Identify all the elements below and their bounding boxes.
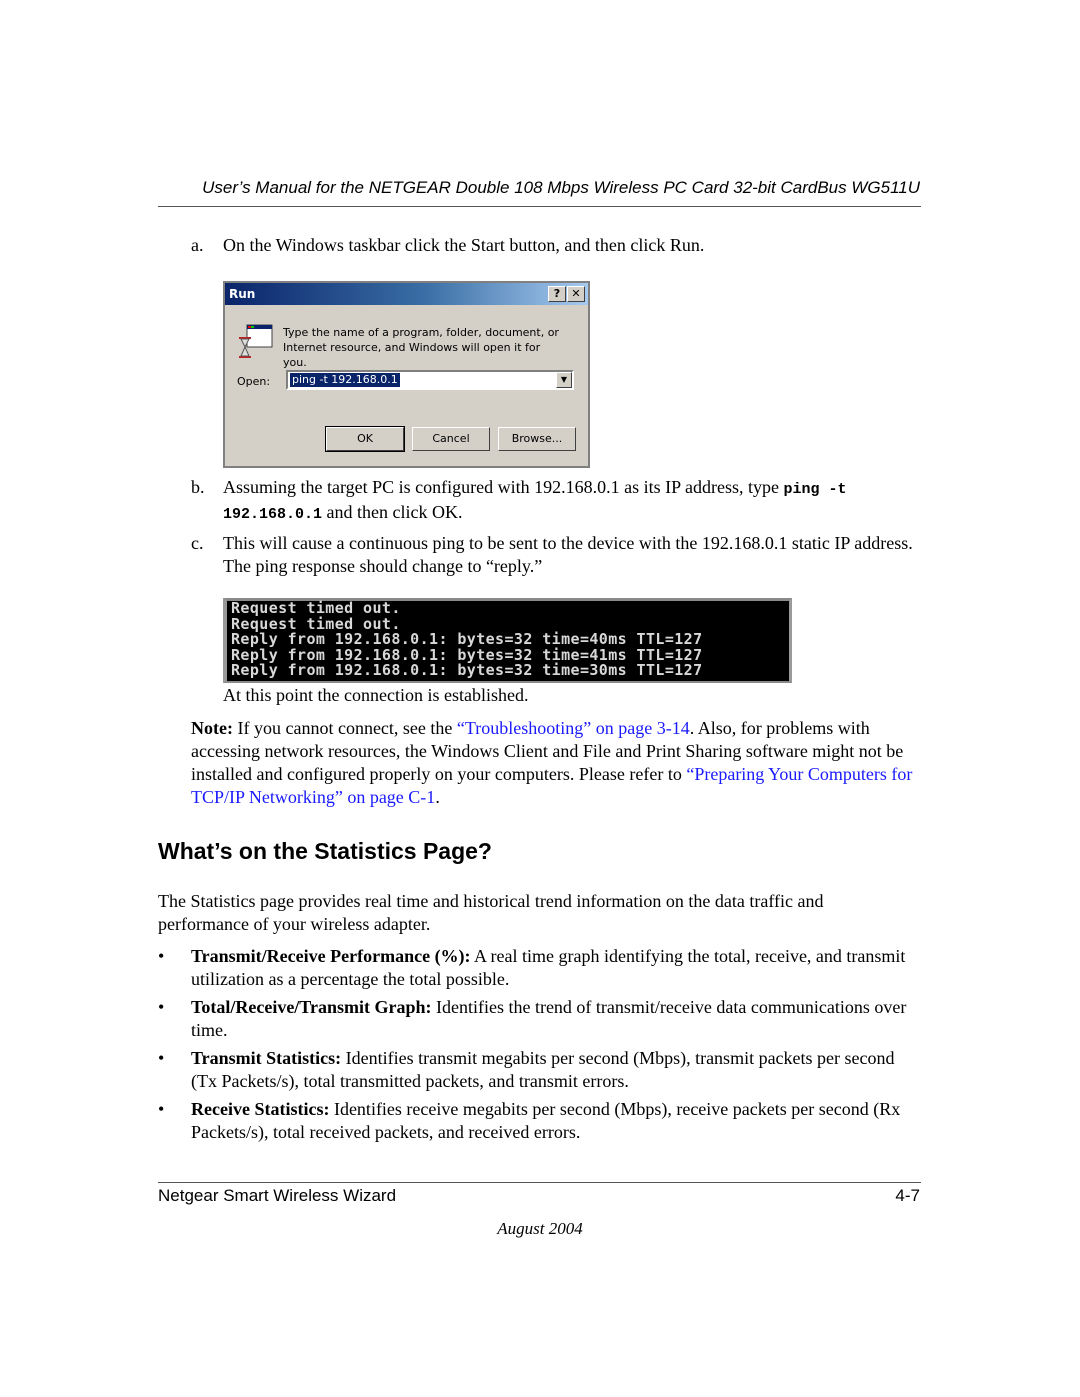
footer-title: Netgear Smart Wireless Wizard [158,1186,397,1205]
item-term: Receive Statistics: [191,1099,330,1119]
bullet-icon: • [158,997,165,1017]
step-text: Assuming the target PC is configured wit… [223,476,921,526]
step-c: c. This will cause a continuous ping to … [191,532,921,578]
code-ip: 192.168.0.1 [223,506,323,523]
list-item: • Transmit Statistics: Identifies transmi… [158,1047,923,1093]
cancel-button[interactable]: Cancel [412,427,490,451]
step-text: On the Windows taskbar click the Start b… [223,235,705,255]
established-text: At this point the connection is establis… [223,685,529,705]
list-item: • Total/Receive/Transmit Graph: Identifie… [158,996,923,1042]
section-heading: What’s on the Statistics Page? [158,838,492,864]
item-term: Transmit/Receive Performance (%): [191,946,471,966]
step-marker: c. [191,533,204,553]
troubleshooting-link[interactable]: “Troubleshooting” on page 3-14 [457,718,690,738]
list-item: • Transmit/Receive Performance (%): A rea… [158,945,923,991]
console-output: Request timed out. Request timed out. Re… [223,598,792,683]
item-term: Total/Receive/Transmit Graph: [191,997,432,1017]
help-button[interactable]: ? [548,286,566,302]
open-input-value[interactable]: ping -t 192.168.0.1 [290,373,400,387]
console-line: Reply from 192.168.0.1: bytes=32 time=30… [231,661,703,679]
bullet-icon: • [158,1048,165,1068]
step-text-part: Assuming the target PC is configured wit… [223,477,784,497]
list-item: • Receive Statistics: Identifies receive … [158,1098,923,1144]
open-label: Open: [237,375,271,388]
step-marker: b. [191,477,205,497]
dialog-description: Type the name of a program, folder, docu… [283,326,559,369]
page-number: 4-7 [895,1186,920,1205]
item-term: Transmit Statistics: [191,1048,342,1068]
bullet-icon: • [158,946,165,966]
code-command: ping -t [783,481,847,498]
header-rule [158,206,921,207]
run-program-icon [239,323,273,359]
dialog-title: Run [229,287,256,301]
step-marker: a. [191,235,204,255]
note-text: . [435,787,440,807]
note-text: If you cannot connect, see the [232,718,457,738]
note: Note: If you cannot connect, see the “Tr… [191,717,923,809]
open-combobox[interactable]: ping -t 192.168.0.1 ▼ [286,370,574,390]
statistics-list: • Transmit/Receive Performance (%): A rea… [158,945,923,1149]
step-text: This will cause a continuous ping to be … [223,533,913,576]
step-text-part: and then click OK. [322,502,463,522]
close-button[interactable]: ✕ [567,286,585,302]
step-b: b. Assuming the target PC is configured … [191,476,921,526]
step-a: a. On the Windows taskbar click the Star… [191,234,921,257]
section-intro: The Statistics page provides real time a… [158,891,824,934]
browse-button[interactable]: Browse... [498,427,576,451]
bullet-icon: • [158,1099,165,1119]
note-label: Note: [191,718,233,738]
ok-button[interactable]: OK [325,426,405,452]
dialog-titlebar: Run ? ✕ [225,283,588,305]
run-dialog: Run ? ✕ Type the name of a program, fold… [223,281,590,468]
dropdown-arrow-icon[interactable]: ▼ [556,372,572,388]
footer-date: August 2004 [497,1219,583,1238]
footer-rule [158,1182,921,1183]
running-header: User’s Manual for the NETGEAR Double 108… [202,178,920,197]
